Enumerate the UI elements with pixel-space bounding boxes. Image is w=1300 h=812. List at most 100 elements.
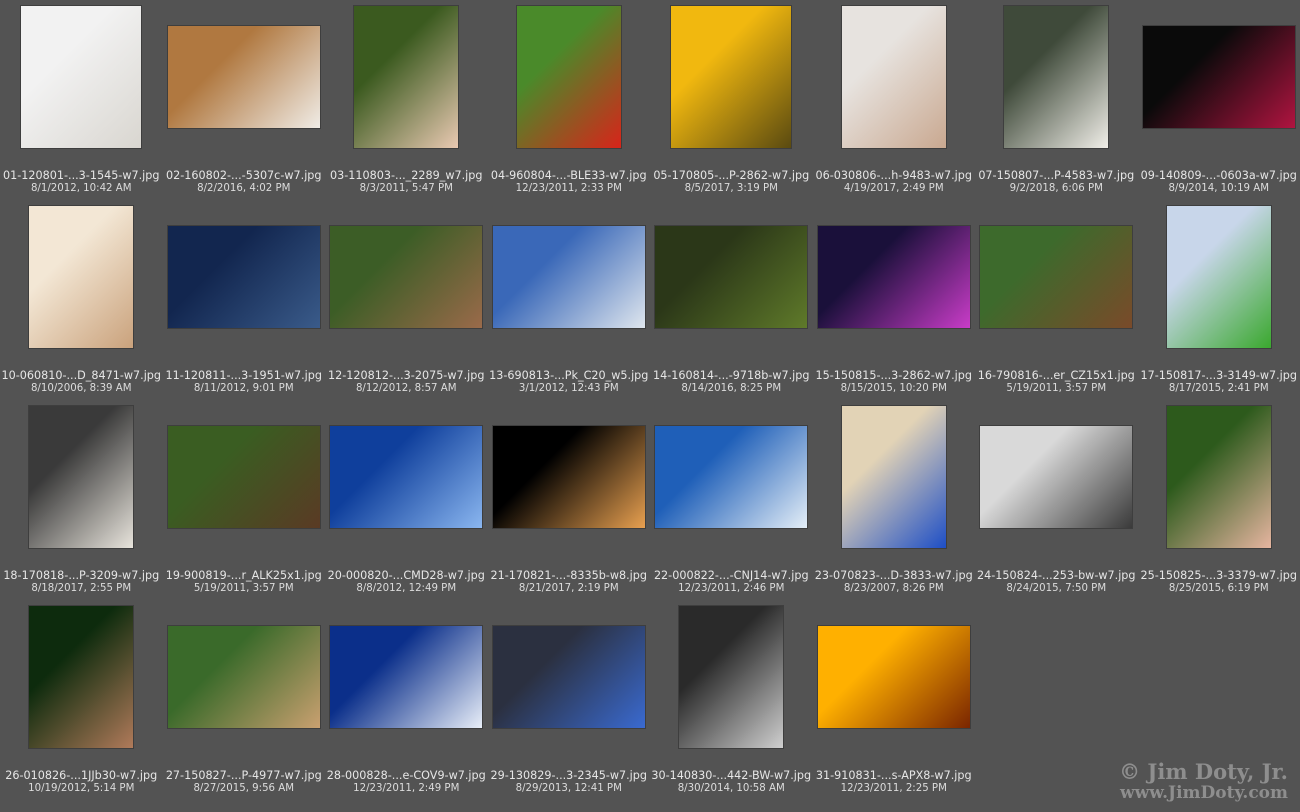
- thumbnail-caption: 26-010826-...1JJb30-w7.jpg 10/19/2012, 5…: [0, 769, 163, 796]
- thumbnail-caption: 30-140830-...442-BW-w7.jpg 8/30/2014, 10…: [650, 769, 813, 796]
- thumbnail-frame: [813, 604, 976, 750]
- file-name: 24-150824-...253-bw-w7.jpg: [977, 569, 1136, 582]
- thumbnail-image[interactable]: [1166, 406, 1271, 548]
- thumbnail-image[interactable]: [29, 406, 134, 548]
- thumbnail-item[interactable]: 16-790816-...er_CZ15x1.jpg 5/19/2011, 3:…: [975, 200, 1138, 400]
- thumbnail-image[interactable]: [492, 626, 645, 728]
- thumbnail-frame: [1138, 4, 1300, 150]
- thumbnail-image[interactable]: [167, 626, 320, 728]
- thumbnail-image[interactable]: [167, 226, 320, 328]
- thumbnail-frame: [163, 4, 326, 150]
- file-name: 20-000820-...CMD28-w7.jpg: [327, 569, 485, 582]
- file-date: 8/12/2012, 8:57 AM: [355, 383, 457, 394]
- thumbnail-item[interactable]: 30-140830-...442-BW-w7.jpg 8/30/2014, 10…: [650, 600, 813, 800]
- thumbnail-image[interactable]: [330, 626, 483, 728]
- thumbnail-caption: 12-120812-...3-2075-w7.jpg 8/12/2012, 8:…: [325, 369, 488, 396]
- thumbnail-caption: 01-120801-...3-1545-w7.jpg 8/1/2012, 10:…: [0, 169, 163, 196]
- thumbnail-image[interactable]: [492, 426, 645, 528]
- thumbnail-caption: 15-150815-...3-2862-w7.jpg 8/15/2015, 10…: [813, 369, 976, 396]
- thumbnail-frame: [325, 4, 488, 150]
- thumbnail-image[interactable]: [1166, 206, 1271, 348]
- thumbnail-item[interactable]: 25-150825-...3-3379-w7.jpg 8/25/2015, 6:…: [1138, 400, 1300, 600]
- file-name: 14-160814-...-9718b-w7.jpg: [653, 369, 810, 382]
- thumbnail-frame: [813, 404, 976, 550]
- thumbnail-image[interactable]: [516, 6, 621, 148]
- thumbnail-image[interactable]: [354, 6, 459, 148]
- thumbnail-item[interactable]: 03-110803-..._2289_w7.jpg 8/3/2011, 5:47…: [325, 0, 488, 200]
- copyright-text: © Jim Doty, Jr.: [1119, 759, 1288, 784]
- thumbnail-item[interactable]: 04-960804-...-BLE33-w7.jpg 12/23/2011, 2…: [488, 0, 651, 200]
- thumbnail-image[interactable]: [817, 626, 970, 728]
- file-date: 8/24/2015, 7:50 PM: [1006, 583, 1107, 594]
- thumbnail-frame: [1138, 204, 1300, 350]
- thumbnail-item[interactable]: 19-900819-...r_ALK25x1.jpg 5/19/2011, 3:…: [163, 400, 326, 600]
- thumbnail-caption: 07-150807-...P-4583-w7.jpg 9/2/2018, 6:0…: [975, 169, 1138, 196]
- thumbnail-item[interactable]: 22-000822-...-CNJ14-w7.jpg 12/23/2011, 2…: [650, 400, 813, 600]
- thumbnail-image[interactable]: [817, 226, 970, 328]
- thumbnail-item[interactable]: 17-150817-...3-3149-w7.jpg 8/17/2015, 2:…: [1138, 200, 1300, 400]
- thumbnail-item[interactable]: 15-150815-...3-2862-w7.jpg 8/15/2015, 10…: [813, 200, 976, 400]
- thumbnail-item[interactable]: 02-160802-...-5307c-w7.jpg 8/2/2016, 4:0…: [163, 0, 326, 200]
- thumbnail-item[interactable]: 31-910831-...s-APX8-w7.jpg 12/23/2011, 2…: [813, 600, 976, 800]
- file-name: 29-130829-...3-2345-w7.jpg: [490, 769, 647, 782]
- thumbnail-item[interactable]: 20-000820-...CMD28-w7.jpg 8/8/2012, 12:4…: [325, 400, 488, 600]
- file-name: 17-150817-...3-3149-w7.jpg: [1140, 369, 1297, 382]
- thumbnail-image[interactable]: [29, 606, 134, 748]
- thumbnail-image[interactable]: [841, 6, 946, 148]
- thumbnail-item[interactable]: 10-060810-...D_8471-w7.jpg 8/10/2006, 8:…: [0, 200, 163, 400]
- thumbnail-image[interactable]: [29, 206, 134, 348]
- file-date: 12/23/2011, 2:49 PM: [353, 783, 460, 794]
- thumbnail-item[interactable]: 26-010826-...1JJb30-w7.jpg 10/19/2012, 5…: [0, 600, 163, 800]
- thumbnail-image[interactable]: [679, 606, 784, 748]
- thumbnail-item[interactable]: 24-150824-...253-bw-w7.jpg 8/24/2015, 7:…: [975, 400, 1138, 600]
- thumbnail-item[interactable]: 07-150807-...P-4583-w7.jpg 9/2/2018, 6:0…: [975, 0, 1138, 200]
- thumbnail-image[interactable]: [167, 26, 320, 128]
- thumbnail-image[interactable]: [492, 226, 645, 328]
- thumbnail-item[interactable]: 21-170821-...-8335b-w8.jpg 8/21/2017, 2:…: [488, 400, 651, 600]
- thumbnail-frame: [650, 4, 813, 150]
- file-date: 8/17/2015, 2:41 PM: [1168, 383, 1269, 394]
- thumbnail-image[interactable]: [1004, 6, 1109, 148]
- thumbnail-item[interactable]: 13-690813-...Pk_C20_w5.jpg 3/1/2012, 12:…: [488, 200, 651, 400]
- file-date: 8/27/2015, 9:56 AM: [193, 783, 295, 794]
- thumbnail-image[interactable]: [21, 6, 142, 148]
- thumbnail-image[interactable]: [980, 426, 1133, 528]
- thumbnail-image[interactable]: [1142, 26, 1295, 128]
- thumbnail-frame: [325, 404, 488, 550]
- thumbnail-image[interactable]: [841, 406, 946, 548]
- thumbnail-item[interactable]: 27-150827-...P-4977-w7.jpg 8/27/2015, 9:…: [163, 600, 326, 800]
- thumbnail-item[interactable]: 11-120811-...3-1951-w7.jpg 8/11/2012, 9:…: [163, 200, 326, 400]
- thumbnail-frame: [325, 604, 488, 750]
- thumbnail-item[interactable]: 29-130829-...3-2345-w7.jpg 8/29/2013, 12…: [488, 600, 651, 800]
- thumbnail-item[interactable]: 14-160814-...-9718b-w7.jpg 8/14/2016, 8:…: [650, 200, 813, 400]
- thumbnail-image[interactable]: [330, 226, 483, 328]
- thumbnail-caption: 27-150827-...P-4977-w7.jpg 8/27/2015, 9:…: [163, 769, 326, 796]
- thumbnail-caption: 17-150817-...3-3149-w7.jpg 8/17/2015, 2:…: [1138, 369, 1300, 396]
- thumbnail-caption: 05-170805-...P-2862-w7.jpg 8/5/2017, 3:1…: [650, 169, 813, 196]
- file-date: 8/15/2015, 10:20 PM: [840, 383, 947, 394]
- file-date: 4/19/2017, 2:49 PM: [843, 183, 944, 194]
- thumbnail-image[interactable]: [655, 426, 808, 528]
- file-date: 8/25/2015, 6:19 PM: [1168, 583, 1269, 594]
- thumbnail-image[interactable]: [167, 426, 320, 528]
- thumbnail-caption: 31-910831-...s-APX8-w7.jpg 12/23/2011, 2…: [813, 769, 976, 796]
- thumbnail-frame: [488, 404, 651, 550]
- file-name: 21-170821-...-8335b-w8.jpg: [490, 569, 647, 582]
- thumbnail-image[interactable]: [330, 426, 483, 528]
- thumbnail-item[interactable]: 28-000828-...e-COV9-w7.jpg 12/23/2011, 2…: [325, 600, 488, 800]
- thumbnail-caption: 13-690813-...Pk_C20_w5.jpg 3/1/2012, 12:…: [488, 369, 651, 396]
- thumbnail-item[interactable]: 01-120801-...3-1545-w7.jpg 8/1/2012, 10:…: [0, 0, 163, 200]
- thumbnail-item[interactable]: 18-170818-...P-3209-w7.jpg 8/18/2017, 2:…: [0, 400, 163, 600]
- thumbnail-frame: [975, 4, 1138, 150]
- thumbnail-image[interactable]: [655, 226, 808, 328]
- thumbnail-caption: 16-790816-...er_CZ15x1.jpg 5/19/2011, 3:…: [975, 369, 1138, 396]
- thumbnail-item[interactable]: 09-140809-...-0603a-w7.jpg 8/9/2014, 10:…: [1138, 0, 1300, 200]
- thumbnail-item[interactable]: 06-030806-...h-9483-w7.jpg 4/19/2017, 2:…: [813, 0, 976, 200]
- thumbnail-image[interactable]: [980, 226, 1133, 328]
- thumbnail-item[interactable]: 12-120812-...3-2075-w7.jpg 8/12/2012, 8:…: [325, 200, 488, 400]
- thumbnail-item[interactable]: 23-070823-...D-3833-w7.jpg 8/23/2007, 8:…: [813, 400, 976, 600]
- thumbnail-image[interactable]: [671, 6, 792, 148]
- thumbnail-frame: [650, 204, 813, 350]
- file-date: 8/1/2012, 10:42 AM: [30, 183, 132, 194]
- thumbnail-item[interactable]: 05-170805-...P-2862-w7.jpg 8/5/2017, 3:1…: [650, 0, 813, 200]
